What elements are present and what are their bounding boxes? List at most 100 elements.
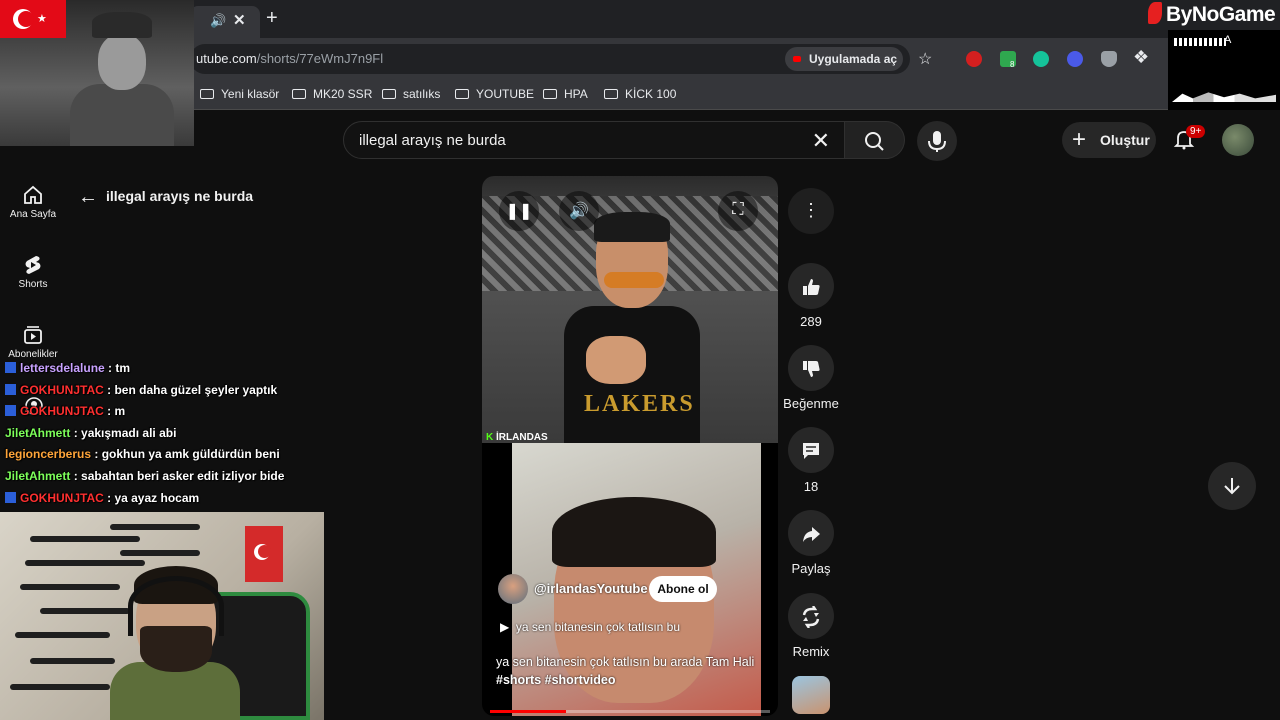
chat-text: : m <box>107 404 126 419</box>
chat-message: JiletAhmett : sabahtan beri asker edit i… <box>0 469 330 491</box>
brand-panel: A <box>1168 30 1280 110</box>
comment-count: 18 <box>803 479 819 494</box>
wall-rifle <box>30 658 115 664</box>
create-label: Oluştur <box>1100 132 1150 148</box>
shield-icon[interactable] <box>1101 51 1117 67</box>
search-input[interactable]: illegal arayış ne burda ✕ <box>343 121 845 159</box>
channel-name[interactable]: @irlandasYoutube <box>534 581 648 596</box>
chat-username[interactable]: JiletAhmett <box>5 426 70 440</box>
subscribe-button[interactable]: Abone ol <box>649 576 717 602</box>
progress-bar[interactable] <box>490 710 770 713</box>
account-avatar[interactable] <box>1222 124 1254 156</box>
shorts-player[interactable]: LAKERS K İRLANDAS ❚❚ 🔊 ⛶ @irlandasYoutub… <box>482 176 778 716</box>
chat-username[interactable]: legioncerberus <box>5 447 91 461</box>
wall-rifle <box>120 550 200 556</box>
chat-text: : ya ayaz hocam <box>107 490 200 505</box>
video-person: LAKERS <box>564 212 700 443</box>
url-text[interactable]: utube.com/shorts/77eWmJ7n9Fl <box>196 51 383 66</box>
extension-discord-icon[interactable] <box>1067 51 1083 67</box>
bookmark-folder[interactable]: HPA <box>543 87 588 101</box>
grammarly-icon[interactable] <box>1033 51 1049 67</box>
fullscreen-button[interactable]: ⛶ <box>718 191 758 231</box>
tab-close-icon[interactable]: ✕ <box>233 11 246 29</box>
bookmark-label: YOUTUBE <box>476 87 535 101</box>
extensions-puzzle-icon[interactable]: ❖ <box>1133 47 1149 68</box>
sound-thumbnail[interactable] <box>792 676 830 714</box>
bookmark-folder[interactable]: satılıks <box>382 87 440 101</box>
browser-tab[interactable]: 🔊 ✕ <box>190 6 260 38</box>
turkish-flag-icon: ★ <box>0 0 66 38</box>
search-back-row[interactable]: ← illegal arayış ne burda <box>78 186 253 209</box>
create-button[interactable]: + Oluştur <box>1062 122 1156 158</box>
share-button[interactable] <box>788 510 834 556</box>
chat-username[interactable]: GOKHUNJTAC <box>20 491 104 505</box>
address-bar[interactable]: utube.com/shorts/77eWmJ7n9Fl Uygulamada … <box>190 44 932 74</box>
chat-badge-icon <box>5 362 16 373</box>
hair <box>594 212 670 242</box>
home-icon <box>24 185 42 204</box>
channel-avatar[interactable] <box>498 574 528 604</box>
chat-message: legioncerberus : gokhun ya amk güldürdün… <box>0 447 330 469</box>
chat-text: : gokhun ya amk güldürdün beni <box>94 447 280 462</box>
folder-icon <box>455 89 469 99</box>
subscriptions-icon <box>24 326 42 344</box>
streamer-overlay-tag: K İRLANDAS <box>486 432 548 443</box>
next-short-button[interactable] <box>1208 462 1256 510</box>
rail-item-subscriptions[interactable]: Abonelikler <box>0 324 66 360</box>
bookmark-folder[interactable]: Yeni klasör <box>200 87 279 101</box>
chat-username[interactable]: GOKHUNJTAC <box>20 404 104 418</box>
streamer-webcam <box>0 512 324 720</box>
volume-button[interactable]: 🔊 <box>559 191 599 231</box>
kick-logo-icon: K <box>486 432 494 443</box>
portrait-cap <box>92 12 152 38</box>
description-text: ya sen bitanesin çok tatlısın bu arada T… <box>496 655 755 669</box>
rail-item-home[interactable]: Ana Sayfa <box>0 184 66 220</box>
remix-button[interactable] <box>788 593 834 639</box>
rail-label: Abonelikler <box>8 349 58 360</box>
chat-username[interactable]: GOKHUNJTAC <box>20 383 104 397</box>
chat-badge-icon <box>5 383 16 395</box>
chat-username[interactable]: JiletAhmett <box>5 469 70 483</box>
more-options-button[interactable]: ⋮ <box>788 188 834 234</box>
bookmark-star-icon[interactable]: ☆ <box>918 49 932 69</box>
rail-label: Shorts <box>18 279 48 290</box>
comments-button[interactable] <box>788 427 834 473</box>
pause-icon: ❚❚ <box>505 203 533 220</box>
thumbs-down-icon <box>803 361 820 377</box>
wall-rifle <box>110 524 200 530</box>
streamer-person <box>110 562 310 720</box>
overlay-tag-text: İRLANDAS <box>496 432 548 443</box>
chat-message: JiletAhmett : yakışmadı ali abi <box>0 426 330 448</box>
clear-search-icon[interactable]: ✕ <box>812 128 830 154</box>
like-button[interactable] <box>788 263 834 309</box>
stream-brand: ByNoGame <box>1148 2 1276 27</box>
extension-red-icon[interactable] <box>966 51 982 67</box>
chat-message: GOKHUNJTAC : ya ayaz hocam <box>0 491 330 513</box>
pause-button[interactable]: ❚❚ <box>499 191 539 231</box>
bookmark-folder[interactable]: KİCK 100 <box>604 87 676 101</box>
hashtags[interactable]: #shorts #shortvideo <box>496 673 615 687</box>
new-tab-icon[interactable]: + <box>266 7 278 30</box>
flag-star-icon: ★ <box>37 13 47 25</box>
bookmark-folder[interactable]: YOUTUBE <box>455 87 534 101</box>
tab-audio-icon[interactable]: 🔊 <box>210 13 226 29</box>
portrait-photo <box>62 8 180 146</box>
voice-search-button[interactable] <box>917 121 957 161</box>
sound-row[interactable]: ▶ ya sen bitanesin çok tatlısın bu <box>500 620 680 634</box>
rail-item-shorts[interactable]: Shorts <box>0 254 66 290</box>
thumbs-up-icon <box>803 279 820 295</box>
chat-message: GOKHUNJTAC : ben daha güzel şeyler yaptı… <box>0 383 330 405</box>
headset-icon <box>128 576 224 636</box>
folder-icon <box>200 89 214 99</box>
folder-icon <box>292 89 306 99</box>
back-arrow-icon[interactable]: ← <box>78 186 98 208</box>
open-in-app-button[interactable]: Uygulamada aç <box>785 47 903 71</box>
bookmark-folder[interactable]: MK20 SSR <box>292 87 372 101</box>
search-button[interactable] <box>845 121 905 159</box>
dislike-button[interactable] <box>788 345 834 391</box>
video-description[interactable]: ya sen bitanesin çok tatlısın bu arada T… <box>496 653 764 689</box>
search-query[interactable]: illegal arayış ne burda <box>359 132 506 149</box>
like-count: 289 <box>800 314 822 329</box>
play-triangle-icon: ▶ <box>500 620 510 634</box>
chat-username[interactable]: lettersdelalune <box>20 361 105 375</box>
